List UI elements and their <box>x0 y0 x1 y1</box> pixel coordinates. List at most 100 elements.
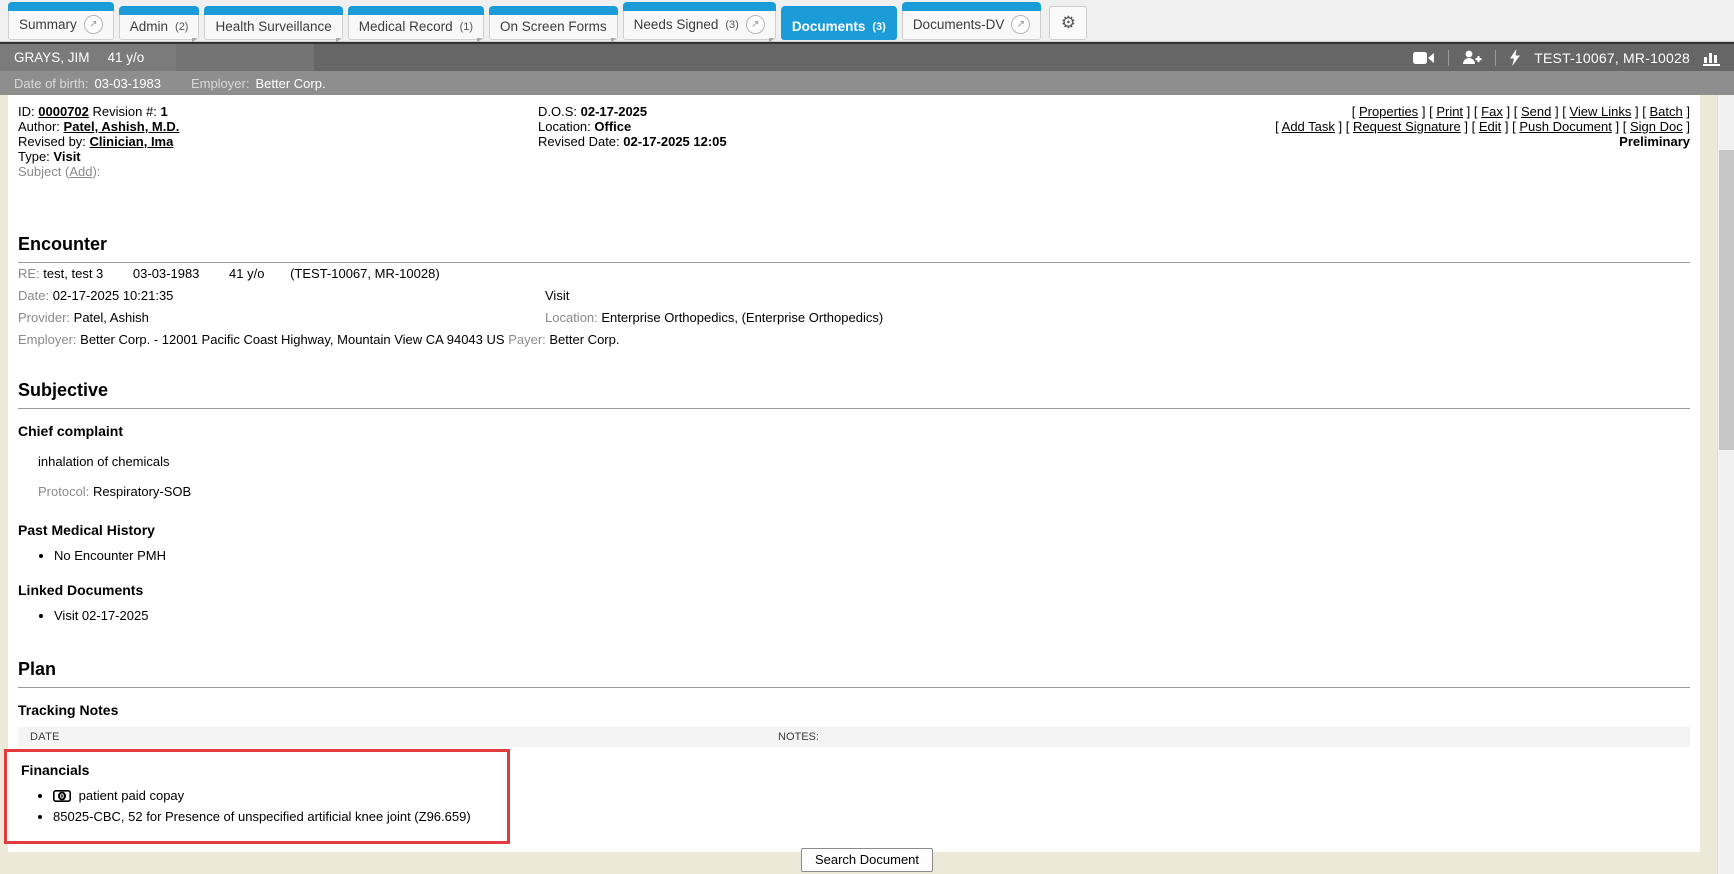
re-name: test, test 3 <box>43 266 103 281</box>
financials-highlight-box: Financials 0 patient paid copay 85025-CB… <box>4 749 510 844</box>
subjective-heading: Subjective <box>18 379 1700 401</box>
pmh-list: No Encounter PMH <box>8 545 1700 566</box>
encounter-re-row: RE: test, test 3 03-03-1983 41 y/o (TEST… <box>18 263 1700 285</box>
protocol-row: Protocol: Respiratory-SOB <box>38 484 1700 500</box>
request-signature-link[interactable]: Request Signature <box>1353 119 1461 134</box>
document-header-middle: D.O.S: 02-17-2025 Location: Office Revis… <box>538 104 727 149</box>
enc-location-value: Enterprise Orthopedics, (Enterprise Orth… <box>601 310 883 325</box>
provider-label: Provider: <box>18 310 70 325</box>
re-dob: 03-03-1983 <box>133 266 200 281</box>
tab-label: On Screen Forms <box>500 19 607 34</box>
re-label: RE: <box>18 266 40 281</box>
patient-age: 41 y/o <box>108 50 145 65</box>
financial-item-text: patient paid copay <box>79 788 185 803</box>
patient-name-tab[interactable]: GRAYS, JIM 41 y/o <box>0 44 176 71</box>
svg-text:0: 0 <box>60 792 64 801</box>
vertical-scrollbar[interactable] <box>1717 95 1734 874</box>
patient-tab-spacer[interactable] <box>176 44 314 71</box>
bar-chart-icon[interactable] <box>1703 50 1720 66</box>
patient-bar: GRAYS, JIM 41 y/o TEST-10067, MR-10028 <box>0 42 1734 71</box>
author-label: Author: <box>18 119 60 134</box>
location-value: Office <box>594 119 631 134</box>
enc-location-label: Location: <box>545 310 598 325</box>
tab-documents[interactable]: Documents(3) <box>781 6 897 40</box>
enc-employer-value: Better Corp. - 12001 Pacific Coast Highw… <box>80 332 504 347</box>
financial-item-text: 85025-CBC, 52 for Presence of unspecifie… <box>53 809 471 824</box>
encounter-provider-row: Provider: Patel, Ashish Location: Enterp… <box>18 307 1700 329</box>
dos-label: D.O.S: <box>538 104 577 119</box>
notes-column-header: NOTES: <box>778 731 819 743</box>
tab-summary[interactable]: Summary ↗ <box>8 2 114 40</box>
subject-label-suffix: ): <box>92 164 100 179</box>
sign-doc-link[interactable]: Sign Doc <box>1630 119 1683 134</box>
employer-label: Employer: <box>191 76 250 91</box>
tab-needs-signed[interactable]: Needs Signed(3)↗ <box>623 2 776 40</box>
subject-label: Subject ( <box>18 164 69 179</box>
re-age: 41 y/o <box>229 266 264 281</box>
revised-by-link[interactable]: Clinician, Ima <box>90 134 174 149</box>
pmh-heading: Past Medical History <box>18 522 1700 539</box>
tab-label: Documents-DV <box>913 17 1005 32</box>
list-item: Visit 02-17-2025 <box>54 605 1700 626</box>
revision-label: Revision #: <box>93 104 157 119</box>
list-item: 0 patient paid copay <box>53 785 507 806</box>
dob-value: 03-03-1983 <box>94 76 161 91</box>
document-actions: [ Properties ] [ Print ] [ Fax ] [ Send … <box>1275 104 1690 149</box>
status-preliminary: Preliminary <box>1275 134 1690 149</box>
revised-date-value: 02-17-2025 12:05 <box>623 134 726 149</box>
payer-label: Payer: <box>508 332 546 347</box>
tab-count: (2) <box>175 21 188 33</box>
tab-medical-record[interactable]: Medical Record(1) <box>348 6 484 40</box>
date-label: Date: <box>18 288 49 303</box>
author-link[interactable]: Patel, Ashish, M.D. <box>64 119 180 134</box>
settings-button[interactable]: ⚙ <box>1049 6 1087 40</box>
lightning-bolt-icon[interactable] <box>1509 49 1521 66</box>
chief-complaint-heading: Chief complaint <box>18 423 1700 440</box>
type-value: Visit <box>53 149 80 164</box>
tab-accent <box>204 6 342 15</box>
document-header: ID: 0000702 Revision #: 1 Author: Patel,… <box>8 104 1700 179</box>
encounter-employer-row: Employer: Better Corp. - 12001 Pacific C… <box>18 329 1700 351</box>
tab-count: (1) <box>460 21 473 33</box>
doc-id-label: ID: <box>18 104 35 119</box>
edit-link[interactable]: Edit <box>1479 119 1501 134</box>
batch-link[interactable]: Batch <box>1650 104 1683 119</box>
view-links-link[interactable]: View Links <box>1569 104 1631 119</box>
financials-list: 0 patient paid copay 85025-CBC, 52 for P… <box>7 785 507 827</box>
revision-value: 1 <box>160 104 167 119</box>
scrollbar-thumb[interactable] <box>1719 150 1734 450</box>
list-item: 85025-CBC, 52 for Presence of unspecifie… <box>53 806 507 827</box>
type-label: Type: <box>18 149 50 164</box>
video-camera-icon[interactable] <box>1413 51 1435 65</box>
push-document-link[interactable]: Push Document <box>1519 119 1612 134</box>
add-task-link[interactable]: Add Task <box>1282 119 1335 134</box>
popout-icon[interactable]: ↗ <box>84 15 103 34</box>
employer-value: Better Corp. <box>255 76 325 91</box>
plan-heading: Plan <box>18 658 1700 680</box>
patient-name: GRAYS, JIM <box>14 50 90 65</box>
tab-health-surveillance[interactable]: Health Surveillance <box>204 6 342 40</box>
subject-add-link[interactable]: Add <box>69 164 92 179</box>
popout-icon[interactable]: ↗ <box>746 15 765 34</box>
payer-value: Better Corp. <box>549 332 619 347</box>
properties-link[interactable]: Properties <box>1359 104 1418 119</box>
tab-label: Needs Signed <box>634 17 719 32</box>
tab-label: Summary <box>19 17 77 32</box>
document-actions-row-2: [ Add Task ] [ Request Signature ] [ Edi… <box>1275 119 1690 134</box>
add-person-icon[interactable] <box>1462 50 1482 65</box>
visit-type: Visit <box>545 285 569 307</box>
print-link[interactable]: Print <box>1436 104 1463 119</box>
search-document-button[interactable]: Search Document <box>801 848 933 872</box>
send-link[interactable]: Send <box>1521 104 1551 119</box>
doc-id-link[interactable]: 0000702 <box>38 104 89 119</box>
document-view: ID: 0000702 Revision #: 1 Author: Patel,… <box>8 95 1700 852</box>
tab-on-screen-forms[interactable]: On Screen Forms <box>489 6 618 40</box>
popout-icon[interactable]: ↗ <box>1011 15 1030 34</box>
list-item: No Encounter PMH <box>54 545 1700 566</box>
fax-link[interactable]: Fax <box>1481 104 1503 119</box>
tab-admin[interactable]: Admin (2) <box>119 6 200 40</box>
document-actions-row-1: [ Properties ] [ Print ] [ Fax ] [ Send … <box>1275 104 1690 119</box>
tab-documents-dv[interactable]: Documents-DV ↗ <box>902 2 1042 40</box>
tab-label: Admin <box>130 19 168 34</box>
chief-complaint-text: inhalation of chemicals <box>38 454 1700 470</box>
